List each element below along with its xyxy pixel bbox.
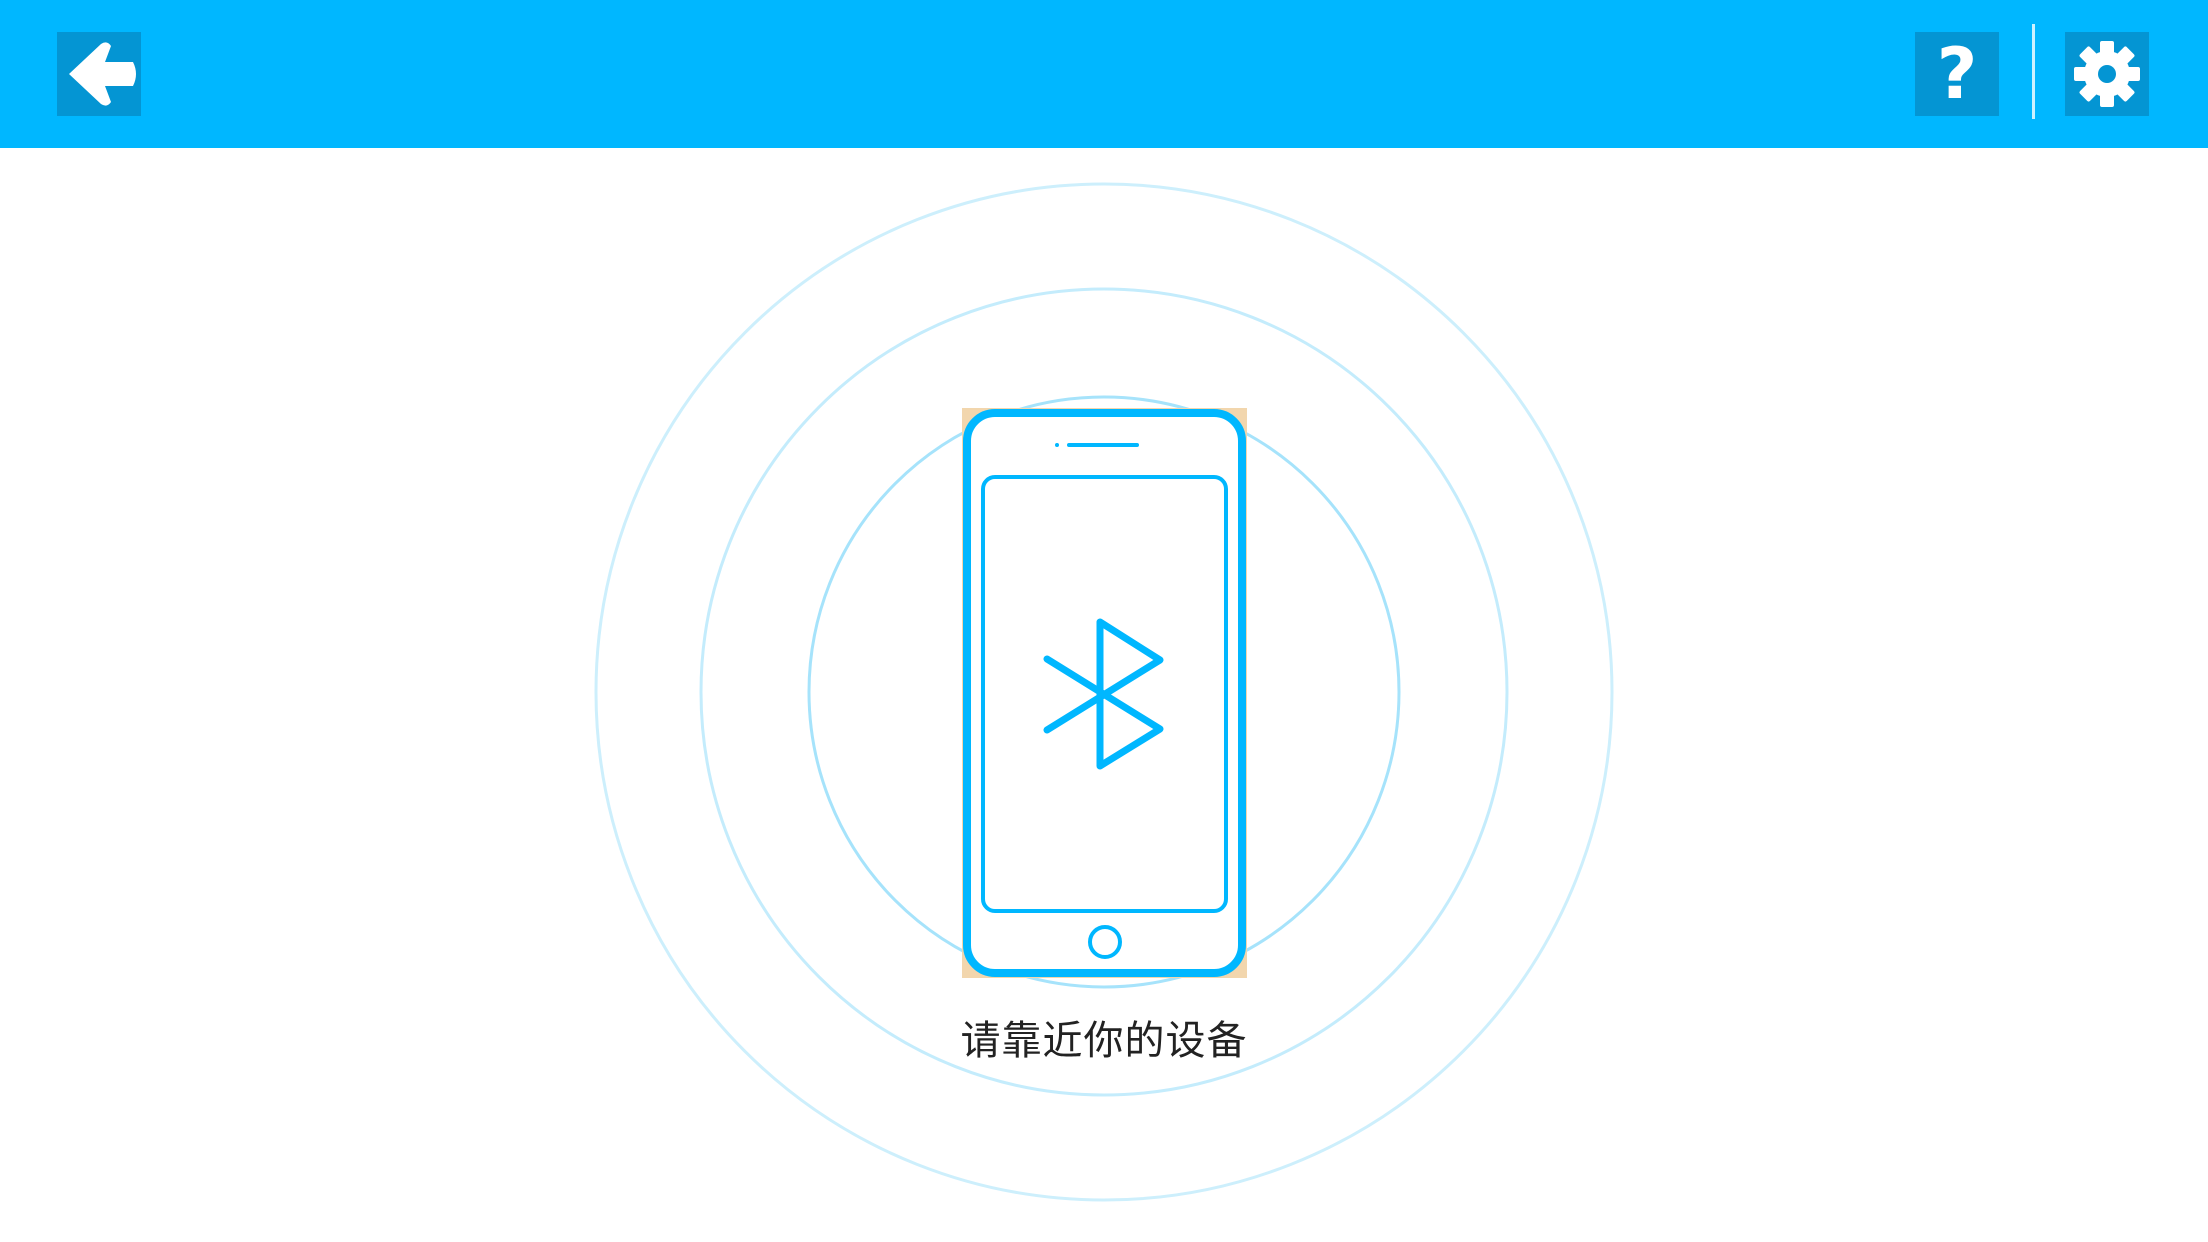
phone-bluetooth-icon xyxy=(962,408,1247,978)
approach-device-prompt: 请靠近你的设备 xyxy=(960,1018,1248,1064)
